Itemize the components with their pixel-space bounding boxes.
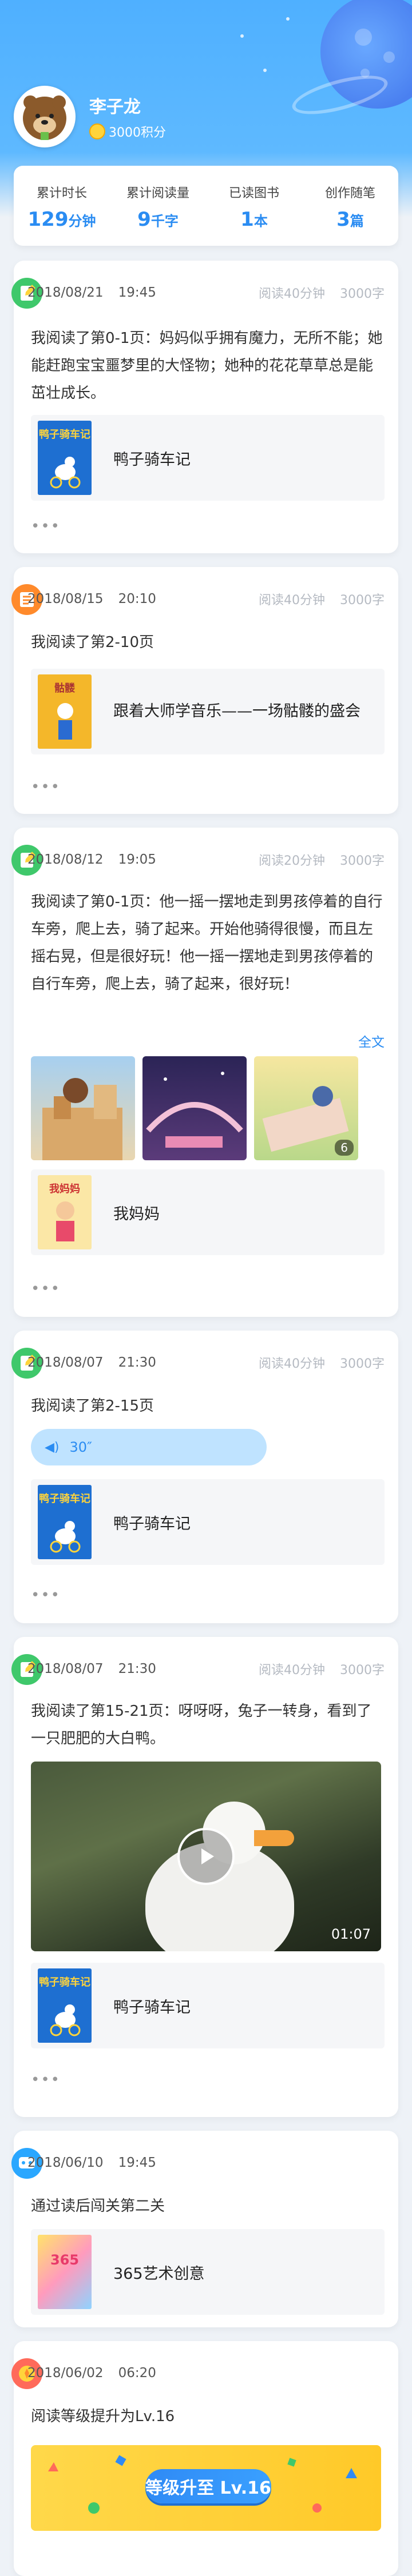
feed-card: 2018/06/10 19:45 通过读后闯关第二关 365 365艺术创意: [11, 2131, 398, 2327]
entry-time: 19:05: [118, 852, 156, 867]
video-duration: 01:07: [331, 1926, 371, 1942]
entry-time: 19:45: [118, 285, 156, 300]
stat-label: 累计阅读量: [126, 186, 189, 201]
stat-reading-time[interactable]: 累计时长 129分钟: [14, 166, 110, 246]
entry-date: 2018/06/02: [27, 2366, 104, 2381]
photo-thumbnail[interactable]: [142, 1056, 247, 1160]
word-count: 3000字: [340, 287, 385, 301]
entry-date: 2018/08/07: [27, 1355, 104, 1370]
audio-wave-icon: ◀︎): [45, 1440, 60, 1455]
book-cover: 365: [38, 2235, 92, 2309]
feed-card: 2018/06/02 06:20 阅读等级提升为Lv.16 等级升至 Lv.16: [11, 2341, 398, 2576]
stat-reading-volume[interactable]: 累计阅读量 9千字: [110, 166, 206, 246]
entry-text: 通过读后闯关第二关: [31, 2198, 165, 2215]
feed-card: 2018/08/21 19:45 阅读40分钟 3000字 我阅读了第0-1页：妈…: [11, 261, 398, 553]
entry-time: 06:20: [118, 2366, 156, 2381]
feed-card: 2018/08/07 21:30 阅读40分钟 3000字 我阅读了第2-15页 …: [11, 1331, 398, 1623]
feed-card: 2018/08/15 20:10 阅读40分钟 3000字 我阅读了第2-10页 …: [11, 567, 398, 814]
feed-card: 2018/08/07 21:30 阅读40分钟 3000字 我阅读了第15-21页…: [11, 1637, 398, 2117]
book-cover: 骷髅: [38, 674, 92, 749]
book-cover: 鸭子骑车记: [38, 1485, 92, 1559]
more-options-button[interactable]: •••: [31, 1587, 61, 1604]
book-item[interactable]: 鸭子骑车记 鸭子骑车记: [31, 415, 385, 501]
reading-duration: 阅读40分钟: [259, 1663, 325, 1678]
more-options-button[interactable]: •••: [31, 518, 61, 535]
reading-duration: 阅读40分钟: [259, 1357, 325, 1371]
word-count: 3000字: [340, 593, 385, 608]
stat-value: 9千字: [137, 208, 179, 231]
user-name: 李子龙: [89, 97, 141, 117]
word-count: 3000字: [340, 854, 385, 868]
entry-date: 2018/08/12: [27, 852, 104, 867]
audio-player[interactable]: ◀︎) 30″: [31, 1429, 267, 1465]
more-options-button[interactable]: •••: [31, 778, 61, 796]
stat-essays[interactable]: 创作随笔 3篇: [302, 166, 398, 246]
book-title: 365艺术创意: [113, 2265, 205, 2283]
stat-value: 129分钟: [27, 208, 96, 231]
points-value: 3000积分: [109, 126, 166, 140]
word-count: 3000字: [340, 1663, 385, 1678]
video-player[interactable]: 01:07: [31, 1762, 381, 1951]
book-item[interactable]: 鸭子骑车记 鸭子骑车记: [31, 1479, 385, 1565]
stat-label: 创作随笔: [324, 186, 375, 201]
more-options-button[interactable]: •••: [31, 1280, 61, 1297]
entry-date: 2018/08/15: [27, 592, 104, 606]
feed-card: 2018/08/12 19:05 阅读20分钟 3000字 我阅读了第0-1页：他…: [11, 828, 398, 1317]
entry-time: 21:30: [118, 1355, 156, 1370]
avatar[interactable]: [14, 86, 76, 147]
photo-thumbnail[interactable]: 6: [254, 1056, 358, 1160]
stat-value: 1本: [240, 208, 268, 231]
photo-count-badge: 6: [335, 1140, 354, 1156]
user-profile[interactable]: 李子龙 3000积分: [14, 86, 166, 147]
book-cover: 鸭子骑车记: [38, 421, 92, 495]
stat-value: 3篇: [336, 208, 364, 231]
full-text-link[interactable]: 全文: [358, 1031, 385, 1051]
book-title: 鸭子骑车记: [113, 1998, 191, 2016]
book-title: 跟着大师学音乐——一场骷髅的盛会: [113, 702, 360, 720]
coin-icon: [89, 123, 105, 139]
reading-duration: 阅读20分钟: [259, 854, 325, 868]
stats-panel: 累计时长 129分钟 累计阅读量 9千字 已读图书 1本 创作随笔 3篇: [14, 166, 398, 246]
entry-text: 阅读等级提升为Lv.16: [31, 2408, 175, 2425]
entry-text: 我阅读了第2-10页: [31, 634, 154, 651]
entry-text: 我阅读了第15-21页：呀呀呀，兔子一转身，看到了一只肥肥的大白鸭。: [31, 1703, 372, 1747]
audio-duration: 30″: [69, 1439, 93, 1455]
stat-label: 累计时长: [36, 186, 87, 201]
level-up-banner: 等级升至 Lv.16: [31, 2445, 381, 2531]
level-badge: 等级升至 Lv.16: [145, 2469, 271, 2503]
points-row: 3000积分: [89, 122, 166, 141]
book-title: 我妈妈: [113, 1205, 160, 1223]
book-cover: 鸭子骑车记: [38, 1968, 92, 2043]
entry-time: 20:10: [118, 592, 156, 606]
book-title: 鸭子骑车记: [113, 450, 191, 469]
book-item[interactable]: 我妈妈 我妈妈: [31, 1169, 385, 1255]
entry-text: 我阅读了第0-1页：他一摇一摆地走到男孩停着的自行车旁，爬上去，骑了起来。开始他…: [31, 893, 383, 993]
word-count: 3000字: [340, 1357, 385, 1371]
book-item[interactable]: 骷髅 跟着大师学音乐——一场骷髅的盛会: [31, 669, 385, 754]
reading-duration: 阅读40分钟: [259, 287, 325, 301]
entry-date: 2018/08/07: [27, 1662, 104, 1676]
stat-books-read[interactable]: 已读图书 1本: [206, 166, 302, 246]
photo-thumbnail[interactable]: [31, 1056, 135, 1160]
stat-label: 已读图书: [228, 186, 279, 201]
entry-time: 19:45: [118, 2155, 156, 2170]
reading-duration: 阅读40分钟: [259, 593, 325, 608]
entry-time: 21:30: [118, 1662, 156, 1676]
book-cover: 我妈妈: [38, 1175, 92, 1249]
book-item[interactable]: 365 365艺术创意: [31, 2229, 385, 2315]
book-title: 鸭子骑车记: [113, 1515, 191, 1533]
more-options-button[interactable]: •••: [31, 2071, 61, 2088]
entry-text: 我阅读了第0-1页：妈妈似乎拥有魔力，无所不能；她能赶跑宝宝噩梦里的大怪物；她种…: [31, 330, 383, 402]
book-item[interactable]: 鸭子骑车记 鸭子骑车记: [31, 1963, 385, 2048]
entry-date: 2018/08/21: [27, 285, 104, 300]
entry-date: 2018/06/10: [27, 2155, 104, 2170]
entry-text: 我阅读了第2-15页: [31, 1397, 154, 1415]
play-icon[interactable]: [177, 1828, 235, 1885]
